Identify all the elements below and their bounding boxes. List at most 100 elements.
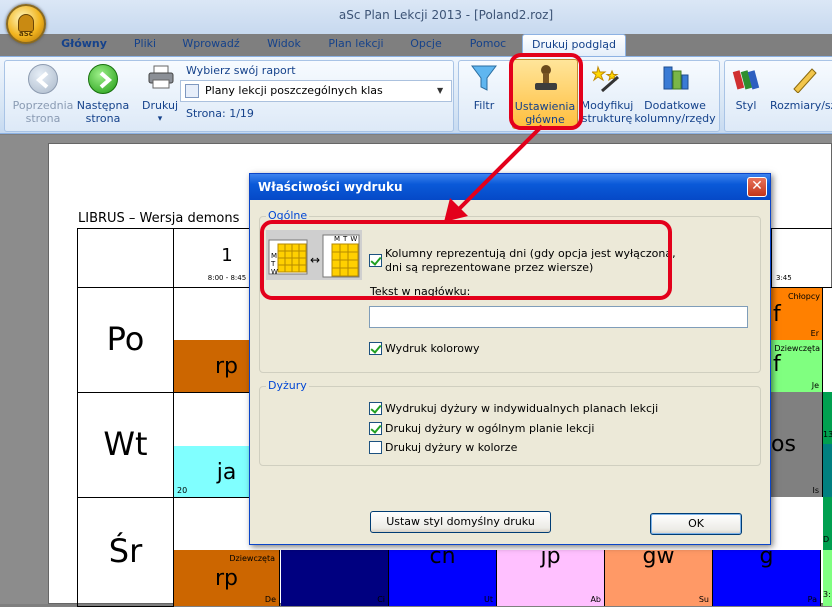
highlight-settings-button bbox=[509, 53, 583, 130]
lesson-room: De bbox=[264, 595, 276, 604]
red-arrow-icon bbox=[444, 124, 544, 222]
duty-individual-label: Wydrukuj dyżury w indywidualnych planach… bbox=[385, 402, 659, 415]
lesson-sr-3[interactable]: cn Ut bbox=[389, 550, 497, 606]
app-menu-button[interactable]: aSc bbox=[6, 4, 46, 44]
lesson-room: 3: bbox=[823, 590, 831, 599]
duty-color-checkbox[interactable] bbox=[369, 441, 382, 454]
lesson-room: Is bbox=[812, 486, 819, 495]
lesson-room: D bbox=[823, 535, 830, 544]
tab-glowny[interactable]: Główny bbox=[52, 34, 116, 56]
style-label: Styl bbox=[735, 99, 757, 112]
lesson-edge-wt-top[interactable]: 13 bbox=[823, 392, 832, 444]
lesson-subject: os bbox=[771, 432, 796, 457]
close-icon[interactable]: ✕ bbox=[747, 177, 767, 197]
default-style-button[interactable]: Ustaw styl domyślny druku bbox=[370, 511, 551, 533]
next-label-2: strona bbox=[85, 112, 121, 125]
day-cell-po: Po bbox=[77, 287, 174, 393]
report-select-value: Plany lekcji poszczególnych klas bbox=[205, 84, 383, 97]
lesson-edge-po bbox=[823, 288, 832, 392]
next-page-button[interactable]: Następna strona bbox=[68, 61, 138, 127]
sizes-button[interactable]: Rozmiary/sze bbox=[768, 61, 832, 127]
lesson-sr-2[interactable]: Ci bbox=[281, 550, 389, 606]
report-heading: Wybierz swój raport bbox=[186, 64, 296, 77]
arrow-right-icon bbox=[88, 64, 118, 94]
filter-label: Filtr bbox=[473, 99, 495, 112]
lesson-subject: f bbox=[773, 302, 781, 327]
lesson-subject: jp bbox=[540, 550, 561, 569]
arrow-left-icon bbox=[28, 64, 58, 94]
document-header-text: LIBRUS – Wersja demons bbox=[78, 211, 240, 226]
tab-plan-lekcji[interactable]: Plan lekcji bbox=[320, 34, 392, 56]
lesson-right-po-2[interactable]: Dziewczęta f Je bbox=[771, 340, 823, 392]
lesson-edge-wt-bottom[interactable] bbox=[823, 444, 832, 497]
corner-cell bbox=[77, 228, 174, 288]
funnel-icon bbox=[470, 63, 498, 93]
color-print-checkbox[interactable] bbox=[369, 342, 382, 355]
lesson-sr-rp[interactable]: Dziewczęta rp De bbox=[174, 550, 280, 606]
next-label-1: Następna bbox=[76, 99, 130, 112]
day-cell-sr: Śr bbox=[77, 497, 174, 607]
report-icon bbox=[185, 84, 199, 98]
lesson-group: Chłopcy bbox=[787, 292, 820, 301]
tab-pomoc[interactable]: Pomoc bbox=[458, 34, 518, 56]
magic-wand-icon bbox=[590, 63, 622, 93]
style-button[interactable]: Styl bbox=[728, 61, 764, 127]
modify-label-2: strukturę bbox=[581, 112, 633, 125]
lesson-subject: cn bbox=[429, 550, 456, 569]
dropdown-arrow-icon: ▼ bbox=[437, 86, 444, 95]
lesson-room: Je bbox=[811, 381, 819, 390]
lesson-subject: gw bbox=[642, 550, 675, 569]
tab-opcje[interactable]: Opcje bbox=[398, 34, 454, 56]
books-icon bbox=[732, 65, 760, 93]
filter-button[interactable]: Filtr bbox=[462, 61, 506, 127]
period-time-right: 3:45 bbox=[776, 274, 792, 282]
chevron-down-icon: ▾ bbox=[157, 114, 163, 124]
lesson-edge-sr-bottom[interactable]: 3: bbox=[823, 550, 832, 606]
report-select[interactable]: Plany lekcji poszczególnych klas ▼ bbox=[180, 80, 452, 102]
app-orb-text: aSc bbox=[19, 30, 33, 38]
duty-general-label: Drukuj dyżury w ogólnym planie lekcji bbox=[385, 422, 595, 435]
day-label: Wt bbox=[103, 425, 148, 463]
lesson-subject: rp bbox=[214, 566, 238, 591]
highlight-columns-option bbox=[260, 220, 672, 300]
lesson-room: Er bbox=[810, 329, 819, 338]
ok-button[interactable]: OK bbox=[650, 513, 742, 535]
tab-pliki[interactable]: Pliki bbox=[120, 34, 170, 56]
printer-icon bbox=[148, 65, 174, 89]
extra-label-2: kolumny/rzędy bbox=[634, 112, 716, 125]
lesson-sr-6[interactable]: g Pa bbox=[713, 550, 821, 606]
lesson-sr-5[interactable]: gw Su bbox=[605, 550, 713, 606]
lesson-right-po-1[interactable]: Chłopcy f Er bbox=[771, 288, 823, 340]
header-text-input[interactable] bbox=[369, 306, 748, 328]
day-label: Po bbox=[106, 320, 145, 358]
lesson-room: Su bbox=[698, 595, 709, 604]
lesson-right-wt-1[interactable]: os Is bbox=[771, 392, 823, 497]
duties-legend: Dyżury bbox=[266, 379, 309, 392]
table-columns-icon bbox=[660, 63, 690, 93]
modify-structure-button[interactable]: Modyfikuj strukturę bbox=[580, 61, 634, 127]
print-label: Drukuj bbox=[141, 99, 179, 112]
lesson-subject: g bbox=[759, 550, 774, 569]
tab-wprowadz[interactable]: Wprowadź bbox=[172, 34, 250, 56]
duty-color-label: Drukuj dyżury w kolorze bbox=[385, 441, 518, 454]
tab-widok[interactable]: Widok bbox=[254, 34, 314, 56]
day-label: Śr bbox=[108, 532, 143, 570]
lesson-room: 20 bbox=[177, 486, 188, 495]
lesson-room: Ci bbox=[377, 595, 385, 604]
lesson-edge-sr-top[interactable]: D bbox=[823, 497, 832, 550]
ruler-pencil-icon bbox=[790, 65, 818, 94]
modify-label-1: Modyfikuj bbox=[580, 99, 634, 112]
color-print-label: Wydruk kolorowy bbox=[385, 342, 480, 355]
lesson-room: Ab bbox=[590, 595, 601, 604]
period-header-right: 3:45 bbox=[771, 228, 832, 288]
lesson-subject: f bbox=[773, 352, 781, 377]
lesson-room: Pa bbox=[807, 595, 817, 604]
lesson-sr-4[interactable]: jp Ab bbox=[497, 550, 605, 606]
print-button[interactable]: Drukuj ▾ bbox=[140, 61, 180, 127]
duty-individual-checkbox[interactable] bbox=[369, 402, 382, 415]
extra-columns-button[interactable]: Dodatkowe kolumny/rzędy bbox=[634, 61, 716, 127]
lesson-room: 13 bbox=[823, 430, 832, 439]
day-cell-wt: Wt bbox=[77, 392, 174, 498]
duty-general-checkbox[interactable] bbox=[369, 422, 382, 435]
lesson-group: Dziewczęta bbox=[229, 554, 275, 563]
